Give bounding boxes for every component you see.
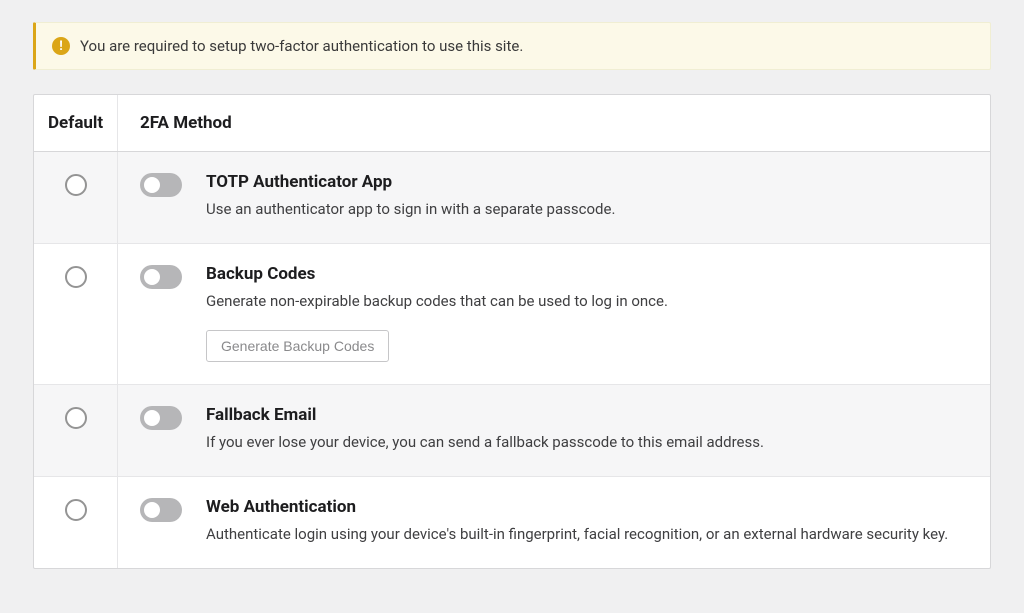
method-cell: Fallback Email If you ever lose your dev…: [118, 385, 990, 476]
default-cell: [34, 244, 118, 383]
twofa-methods-table: Default 2FA Method TOTP Authenticator Ap…: [33, 94, 991, 569]
method-body: TOTP Authenticator App Use an authentica…: [206, 172, 968, 221]
method-title: TOTP Authenticator App: [206, 172, 968, 192]
notice-text: You are required to setup two-factor aut…: [80, 37, 523, 55]
method-description: Generate non-expirable backup codes that…: [206, 290, 968, 313]
default-radio-backup-codes[interactable]: [65, 266, 87, 288]
enable-toggle-fallback-email[interactable]: [140, 406, 182, 430]
method-description: Authenticate login using your device's b…: [206, 523, 968, 546]
column-header-default: Default: [34, 95, 118, 151]
default-cell: [34, 152, 118, 243]
column-header-method: 2FA Method: [118, 95, 990, 151]
method-cell: Web Authentication Authenticate login us…: [118, 477, 990, 568]
method-body: Fallback Email If you ever lose your dev…: [206, 405, 968, 454]
default-cell: [34, 477, 118, 568]
table-row: Web Authentication Authenticate login us…: [34, 477, 990, 568]
table-header: Default 2FA Method: [34, 95, 990, 152]
method-title: Fallback Email: [206, 405, 968, 425]
table-row: Fallback Email If you ever lose your dev…: [34, 385, 990, 477]
default-radio-webauthn[interactable]: [65, 499, 87, 521]
enable-toggle-totp[interactable]: [140, 173, 182, 197]
method-cell: TOTP Authenticator App Use an authentica…: [118, 152, 990, 243]
method-cell: Backup Codes Generate non-expirable back…: [118, 244, 990, 383]
enable-toggle-webauthn[interactable]: [140, 498, 182, 522]
table-row: Backup Codes Generate non-expirable back…: [34, 244, 990, 384]
method-description: Use an authenticator app to sign in with…: [206, 198, 968, 221]
method-body: Web Authentication Authenticate login us…: [206, 497, 968, 546]
generate-backup-codes-button[interactable]: Generate Backup Codes: [206, 330, 389, 362]
default-radio-totp[interactable]: [65, 174, 87, 196]
method-description: If you ever lose your device, you can se…: [206, 431, 968, 454]
method-body: Backup Codes Generate non-expirable back…: [206, 264, 968, 361]
warning-icon: !: [52, 37, 70, 55]
notice-banner: ! You are required to setup two-factor a…: [33, 22, 991, 70]
default-cell: [34, 385, 118, 476]
method-title: Web Authentication: [206, 497, 968, 517]
method-title: Backup Codes: [206, 264, 968, 284]
default-radio-fallback-email[interactable]: [65, 407, 87, 429]
table-row: TOTP Authenticator App Use an authentica…: [34, 152, 990, 244]
enable-toggle-backup-codes[interactable]: [140, 265, 182, 289]
